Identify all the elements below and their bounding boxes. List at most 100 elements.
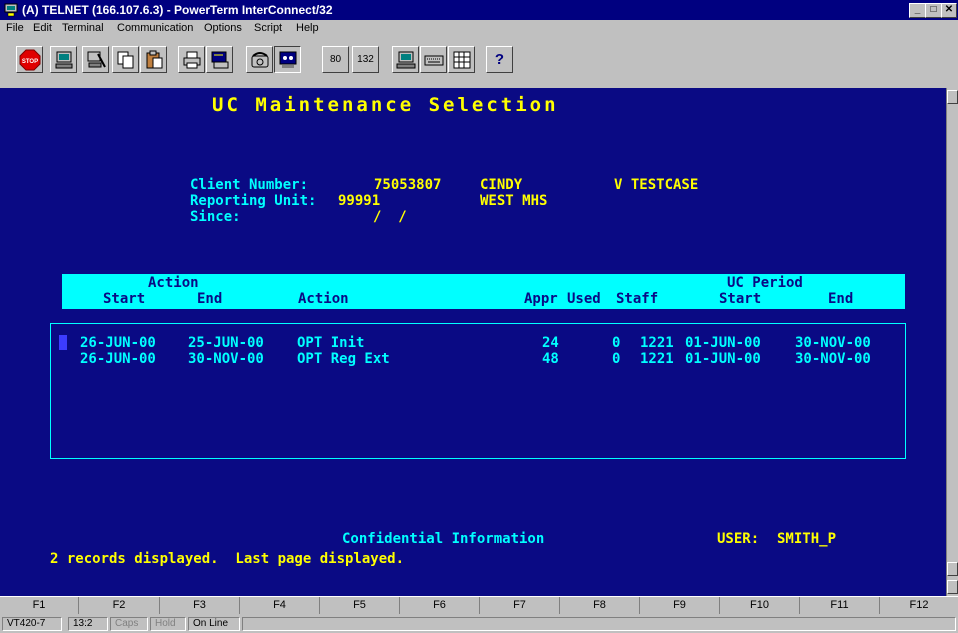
table-header: Action Start End Action Appr Used Staff … xyxy=(62,274,905,309)
toolbar: STOP 80 132 ? xyxy=(0,38,958,89)
status-message: 2 records displayed. Last page displayed… xyxy=(50,551,405,567)
menu-edit[interactable]: Edit xyxy=(33,22,52,34)
row-uc-end: 30-NOV-00 xyxy=(795,335,871,351)
client-number-value: 75053807 xyxy=(374,177,442,193)
client-last-name: V TESTCASE xyxy=(614,177,699,193)
f8-key[interactable]: F8 xyxy=(560,597,640,614)
terminal-screen[interactable]: UC Maintenance Selection Client Number: … xyxy=(0,88,946,596)
vertical-scrollbar[interactable] xyxy=(946,88,958,596)
row-uc-start: 01-JUN-00 xyxy=(685,335,761,351)
f6-key[interactable]: F6 xyxy=(400,597,480,614)
print-button[interactable] xyxy=(178,46,205,73)
keyboard-button[interactable] xyxy=(420,46,447,73)
since-value[interactable]: / / xyxy=(373,209,407,225)
header-uc-end: End xyxy=(828,291,854,307)
session-button[interactable] xyxy=(274,46,301,73)
app-icon xyxy=(4,3,18,17)
reporting-unit-label: Reporting Unit: xyxy=(190,193,317,209)
row-action: OPT Init xyxy=(297,335,365,351)
header-staff: Staff xyxy=(616,291,659,307)
terminal-setup-button[interactable] xyxy=(392,46,419,73)
header-uc-period: UC Period xyxy=(727,275,803,291)
client-number-label: Client Number: xyxy=(190,177,309,193)
records-list xyxy=(50,323,906,459)
f2-key[interactable]: F2 xyxy=(79,597,160,614)
hold-indicator: Hold xyxy=(150,617,186,631)
since-label: Since: xyxy=(190,209,241,225)
terminal-icon xyxy=(396,51,415,68)
f10-key[interactable]: F10 xyxy=(720,597,800,614)
132-columns-button[interactable]: 132 xyxy=(352,46,379,73)
disconnect-button[interactable] xyxy=(82,46,109,73)
function-key-bar: F1 F2 F3 F4 F5 F6 F7 F8 F9 F10 F11 F12 xyxy=(0,596,958,615)
header-start: Start xyxy=(103,291,146,307)
row-uc-end: 30-NOV-00 xyxy=(795,351,871,367)
screen-title: UC Maintenance Selection xyxy=(212,94,559,116)
disconnect-icon xyxy=(87,51,106,67)
row-uc-start: 01-JUN-00 xyxy=(685,351,761,367)
text-cursor xyxy=(59,335,67,350)
dial-button[interactable] xyxy=(246,46,273,73)
reporting-unit-name: WEST MHS xyxy=(480,193,548,209)
row-staff: 1221 xyxy=(640,335,674,351)
cursor-position: 13:2 xyxy=(68,617,108,631)
row-used: 0 xyxy=(612,335,621,351)
keypad-button[interactable] xyxy=(448,46,475,73)
print-screen-button[interactable] xyxy=(206,46,233,73)
menu-help[interactable]: Help xyxy=(296,22,319,34)
help-button[interactable]: ? xyxy=(486,46,513,73)
row-end: 30-NOV-00 xyxy=(188,351,264,367)
menu-file[interactable]: File xyxy=(6,22,24,34)
f7-key[interactable]: F7 xyxy=(480,597,560,614)
user-name: SMITH_P xyxy=(777,531,837,547)
menu-options[interactable]: Options xyxy=(204,22,242,34)
menu-communication[interactable]: Communication xyxy=(117,22,193,34)
f5-key[interactable]: F5 xyxy=(320,597,400,614)
80-columns-button[interactable]: 80 xyxy=(322,46,349,73)
status-message-area xyxy=(242,617,956,631)
caps-indicator: Caps xyxy=(110,617,148,631)
scroll-up-arrow[interactable] xyxy=(947,90,958,104)
status-bar: VT420-7 13:2 Caps Hold On Line xyxy=(0,614,958,633)
stop-button[interactable]: STOP xyxy=(16,46,43,73)
confidential-notice: Confidential Information xyxy=(342,531,545,547)
f3-key[interactable]: F3 xyxy=(160,597,240,614)
paste-button[interactable] xyxy=(140,46,167,73)
row-appr: 24 xyxy=(542,335,559,351)
row-start: 26-JUN-00 xyxy=(80,335,156,351)
scroll-down-arrow[interactable] xyxy=(947,580,958,594)
title-bar: (A) TELNET (166.107.6.3) - PowerTerm Int… xyxy=(0,0,958,20)
online-indicator: On Line xyxy=(188,617,240,631)
session-icon xyxy=(279,51,296,68)
close-button[interactable]: ✕ xyxy=(941,3,957,18)
f12-key[interactable]: F12 xyxy=(880,597,958,614)
row-used: 0 xyxy=(612,351,621,367)
copy-button[interactable] xyxy=(112,46,139,73)
phone-icon xyxy=(251,51,268,67)
header-end: End xyxy=(197,291,223,307)
row-appr: 48 xyxy=(542,351,559,367)
copy-icon xyxy=(117,51,133,68)
computer-icon xyxy=(55,51,72,68)
header-action: Action xyxy=(298,291,349,307)
reporting-unit-value: 99991 xyxy=(338,193,381,209)
minimize-button[interactable]: _ xyxy=(909,3,926,18)
menu-script[interactable]: Script xyxy=(254,22,282,34)
row-end: 25-JUN-00 xyxy=(188,335,264,351)
f9-key[interactable]: F9 xyxy=(640,597,720,614)
maximize-button[interactable]: □ xyxy=(925,3,942,18)
f4-key[interactable]: F4 xyxy=(240,597,320,614)
header-uc-start: Start xyxy=(719,291,762,307)
menu-terminal[interactable]: Terminal xyxy=(62,22,104,34)
stop-icon: STOP xyxy=(19,49,40,70)
stop-label: STOP xyxy=(21,59,37,65)
menu-bar: File Edit Terminal Communication Options… xyxy=(0,20,958,38)
keypad-icon xyxy=(453,51,470,68)
f11-key[interactable]: F11 xyxy=(800,597,880,614)
header-appr: Appr xyxy=(524,291,558,307)
f1-key[interactable]: F1 xyxy=(0,597,79,614)
scroll-thumb[interactable] xyxy=(947,562,958,576)
connect-button[interactable] xyxy=(50,46,77,73)
printer-icon xyxy=(183,51,200,68)
row-action: OPT Reg Ext xyxy=(297,351,390,367)
